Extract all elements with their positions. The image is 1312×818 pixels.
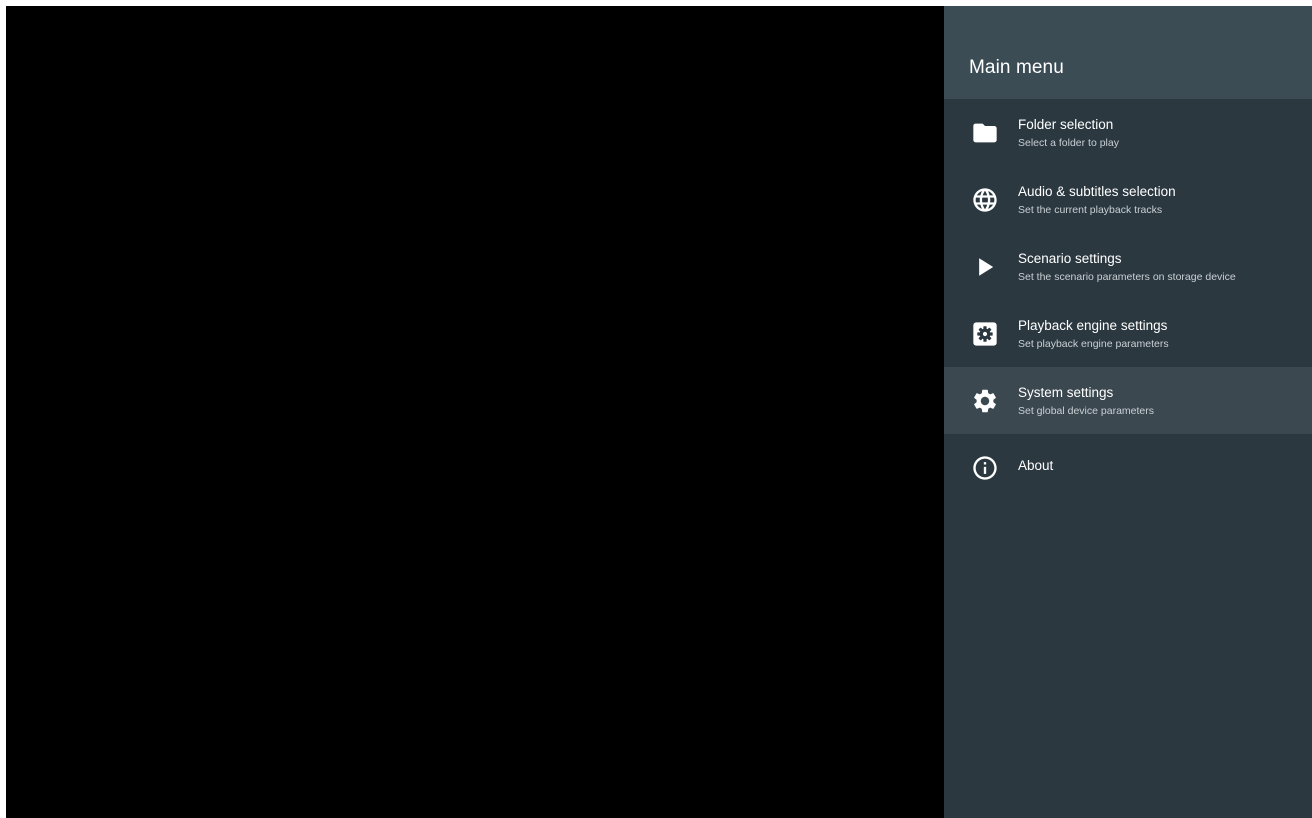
- menu-item-label: Folder selection: [1018, 117, 1114, 132]
- main-menu-header: Main menu: [944, 6, 1312, 99]
- menu-item-sublabel: Select a folder to play: [1018, 137, 1119, 149]
- menu-item-playback-engine-settings[interactable]: Playback engine settings Set playback en…: [944, 300, 1312, 367]
- info-icon: [970, 453, 1000, 483]
- menu-item-label: Playback engine settings: [1018, 318, 1168, 333]
- menu-item-text: System settings Set global device parame…: [1018, 385, 1154, 418]
- menu-item-sublabel: Set global device parameters: [1018, 405, 1154, 417]
- video-area[interactable]: [6, 6, 944, 818]
- menu-item-label: Audio & subtitles selection: [1018, 184, 1176, 199]
- menu-item-sublabel: Set playback engine parameters: [1018, 338, 1169, 350]
- menu-item-about[interactable]: About: [944, 434, 1312, 501]
- gear-icon: [970, 386, 1000, 416]
- menu-item-sublabel: Set the scenario parameters on storage d…: [1018, 271, 1236, 283]
- play-icon: [970, 252, 1000, 282]
- globe-icon: [970, 185, 1000, 215]
- menu-item-label: About: [1018, 458, 1054, 473]
- menu-item-text: Folder selection Select a folder to play: [1018, 117, 1119, 150]
- menu-item-scenario-settings[interactable]: Scenario settings Set the scenario param…: [944, 233, 1312, 300]
- menu-item-system-settings[interactable]: System settings Set global device parame…: [944, 367, 1312, 434]
- menu-item-folder-selection[interactable]: Folder selection Select a folder to play: [944, 99, 1312, 166]
- menu-item-label: System settings: [1018, 385, 1114, 400]
- menu-item-text: Audio & subtitles selection Set the curr…: [1018, 184, 1176, 217]
- menu-item-label: Scenario settings: [1018, 251, 1122, 266]
- main-menu-panel: Main menu Folder selection Select a fold…: [944, 6, 1312, 818]
- menu-item-text: About: [1018, 458, 1053, 474]
- menu-item-text: Playback engine settings Set playback en…: [1018, 318, 1169, 351]
- main-menu-title: Main menu: [969, 57, 1064, 78]
- menu-item-sublabel: Set the current playback tracks: [1018, 204, 1163, 216]
- app-screen: Main menu Folder selection Select a fold…: [6, 6, 1312, 818]
- folder-icon: [970, 118, 1000, 148]
- menu-item-text: Scenario settings Set the scenario param…: [1018, 251, 1236, 284]
- engine-settings-icon: [970, 319, 1000, 349]
- menu-item-audio-subtitles[interactable]: Audio & subtitles selection Set the curr…: [944, 166, 1312, 233]
